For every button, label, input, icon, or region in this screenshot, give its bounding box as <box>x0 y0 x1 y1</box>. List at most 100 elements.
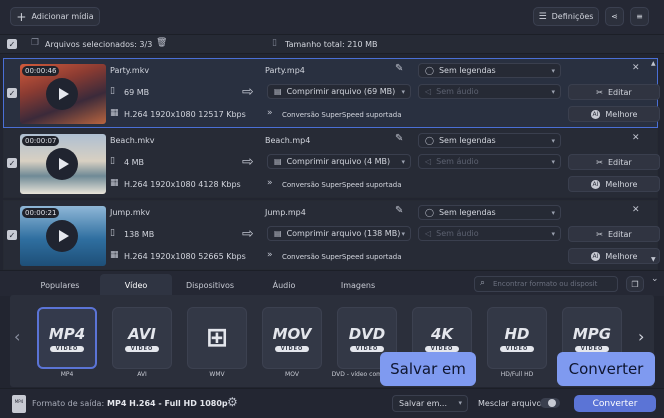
search-icon: ⌕ <box>480 278 486 288</box>
collapse-chevron-icon[interactable]: ⌄ <box>651 274 659 284</box>
format-label: AVI <box>137 371 147 378</box>
format-tile[interactable]: MP4 VIDEO <box>37 307 97 369</box>
subtitles-select[interactable]: ◯ Sem legendas ▾ <box>418 63 561 78</box>
speaker-icon: ◁ <box>425 157 432 166</box>
audio-select[interactable]: ◁ Sem áudio ▾ <box>418 154 561 169</box>
close-icon[interactable]: ✕ <box>632 63 640 73</box>
compress-icon: ▤ <box>274 87 282 96</box>
menu-button[interactable]: ≡ <box>630 7 649 26</box>
total-size: Tamanho total: 210 MB <box>285 40 378 49</box>
close-icon[interactable]: ✕ <box>632 133 640 143</box>
audio-select[interactable]: ◁ Sem áudio ▾ <box>418 226 561 241</box>
enhance-button[interactable]: AI Melhore <box>568 248 660 264</box>
codec-icon: ▦ <box>110 250 119 260</box>
format-icon-text: 4K <box>430 324 454 343</box>
selected-count: Arquivos selecionados: 3/3 <box>45 40 153 49</box>
chevron-left-icon[interactable]: ‹ <box>14 327 20 346</box>
format-label: MOV <box>285 371 299 378</box>
video-thumbnail: 00:00:46 <box>20 64 106 124</box>
format-icon-text: MOV <box>272 324 312 343</box>
gear-icon[interactable]: ⚙ <box>227 395 238 409</box>
source-filename: Beach.mkv <box>110 136 155 145</box>
save-to-select[interactable]: Salvar em... ▾ <box>392 395 468 412</box>
ai-icon: AI <box>590 179 601 189</box>
file-row[interactable]: ✓ 00:00:07 Beach.mkv ▯ 4 MB ▦ H.264 1920… <box>3 128 660 198</box>
file-row[interactable]: ✓ 00:00:21 Jump.mkv ▯ 138 MB ▦ H.264 192… <box>3 200 660 270</box>
convert-button[interactable]: Converter <box>574 395 656 412</box>
save-tooltip: Salvar em <box>380 352 476 386</box>
bottom-bar: MP4 Formato de saída: MP4 H.264 - Full H… <box>0 388 664 418</box>
edit-button[interactable]: ✂ Editar <box>568 84 660 100</box>
chevron-right-icon[interactable]: › <box>638 327 644 346</box>
play-icon[interactable] <box>46 148 78 180</box>
convert-arrow-icon: ⇨ <box>242 226 254 242</box>
merge-toggle[interactable] <box>540 398 560 408</box>
scroll-up-icon[interactable]: ▲ <box>651 60 656 67</box>
play-icon[interactable] <box>46 78 78 110</box>
pencil-icon[interactable]: ✎ <box>395 205 403 216</box>
tab-video[interactable]: Vídeo <box>100 274 172 296</box>
play-icon[interactable] <box>46 220 78 252</box>
format-icon-text: MPG <box>572 324 612 343</box>
compress-select[interactable]: ▤ Comprimir arquivo (138 MB) ▾ <box>267 226 411 241</box>
file-checkbox[interactable]: ✓ <box>7 88 17 98</box>
files-infobar: ✓ ❐ Arquivos selecionados: 3/3 🗑 ▯ Taman… <box>0 34 664 54</box>
file-icon: ▯ <box>110 86 115 96</box>
format-label: HD/Full HD <box>500 371 534 378</box>
convert-arrow-icon: ⇨ <box>242 154 254 170</box>
duration-badge: 00:00:46 <box>22 66 60 76</box>
edit-button[interactable]: ✂ Editar <box>568 226 660 242</box>
scrollbar[interactable]: ▲ ▼ <box>651 60 658 265</box>
file-checkbox[interactable]: ✓ <box>7 230 17 240</box>
file-row[interactable]: ✓ 00:00:46 Party.mkv ▯ 69 MB ▦ H.264 192… <box>3 58 660 128</box>
tab-audio[interactable]: Áudio <box>248 274 320 296</box>
select-all-checkbox[interactable]: ✓ <box>7 39 17 49</box>
tab-popular[interactable]: Populares <box>22 274 98 296</box>
format-tile[interactable]: AVI VIDEO <box>112 307 172 369</box>
format-search-input[interactable]: ⌕ Encontrar formato ou disposit <box>474 276 618 292</box>
chevron-down-icon: ▾ <box>551 209 555 217</box>
duration-badge: 00:00:07 <box>22 136 60 146</box>
convert-tooltip: Converter <box>557 352 655 386</box>
merge-label: Mesclar arquivos: <box>478 399 549 408</box>
chevron-down-icon: ▾ <box>458 399 462 407</box>
output-filename: Party.mp4 <box>265 66 305 75</box>
chevron-down-icon: ▾ <box>401 230 405 238</box>
compress-select[interactable]: ▤ Comprimir arquivo (69 MB) ▾ <box>267 84 411 99</box>
edit-button[interactable]: ✂ Editar <box>568 154 660 170</box>
output-filename: Jump.mp4 <box>265 208 306 217</box>
enhance-button[interactable]: AI Melhore <box>568 176 660 192</box>
subtitles-select[interactable]: ◯ Sem legendas ▾ <box>418 133 561 148</box>
pencil-icon[interactable]: ✎ <box>395 63 403 74</box>
tab-devices[interactable]: Dispositivos <box>172 274 248 296</box>
compress-select[interactable]: ▤ Comprimir arquivo (4 MB) ▾ <box>267 154 411 169</box>
subtitles-select[interactable]: ◯ Sem legendas ▾ <box>418 205 561 220</box>
scroll-down-icon[interactable]: ▼ <box>651 256 656 263</box>
chevron-down-icon: ▾ <box>551 137 555 145</box>
speaker-icon: ◁ <box>425 229 432 238</box>
tab-images[interactable]: Imagens <box>320 274 396 296</box>
format-tile[interactable]: MOV VIDEO <box>262 307 322 369</box>
format-tile[interactable]: ⊞ <box>187 307 247 369</box>
plus-icon: + <box>16 9 27 24</box>
convert-arrow-icon: ⇨ <box>242 84 254 100</box>
close-icon[interactable]: ✕ <box>632 205 640 215</box>
superspeed-icon: » <box>267 178 273 188</box>
settings-button[interactable]: ☰ Definições <box>533 7 599 26</box>
chevron-down-icon: ▾ <box>551 67 555 75</box>
video-thumbnail: 00:00:21 <box>20 206 106 266</box>
trash-icon[interactable]: 🗑 <box>156 38 167 48</box>
output-filename: Beach.mp4 <box>265 136 311 145</box>
pencil-icon[interactable]: ✎ <box>395 133 403 144</box>
top-toolbar: + Adicionar mídia ☰ Definições ⋖ ≡ <box>0 0 664 34</box>
superspeed-icon: » <box>267 250 273 260</box>
compress-icon: ▤ <box>274 229 282 238</box>
audio-select[interactable]: ◁ Sem áudio ▾ <box>418 84 561 99</box>
add-media-button[interactable]: + Adicionar mídia <box>10 7 100 26</box>
format-settings-button[interactable]: ❐ <box>626 276 644 292</box>
share-button[interactable]: ⋖ <box>605 7 624 26</box>
format-tile[interactable]: HD VIDEO <box>487 307 547 369</box>
file-checkbox[interactable]: ✓ <box>7 158 17 168</box>
codec-icon: ▦ <box>110 178 119 188</box>
enhance-button[interactable]: AI Melhore <box>568 106 660 122</box>
